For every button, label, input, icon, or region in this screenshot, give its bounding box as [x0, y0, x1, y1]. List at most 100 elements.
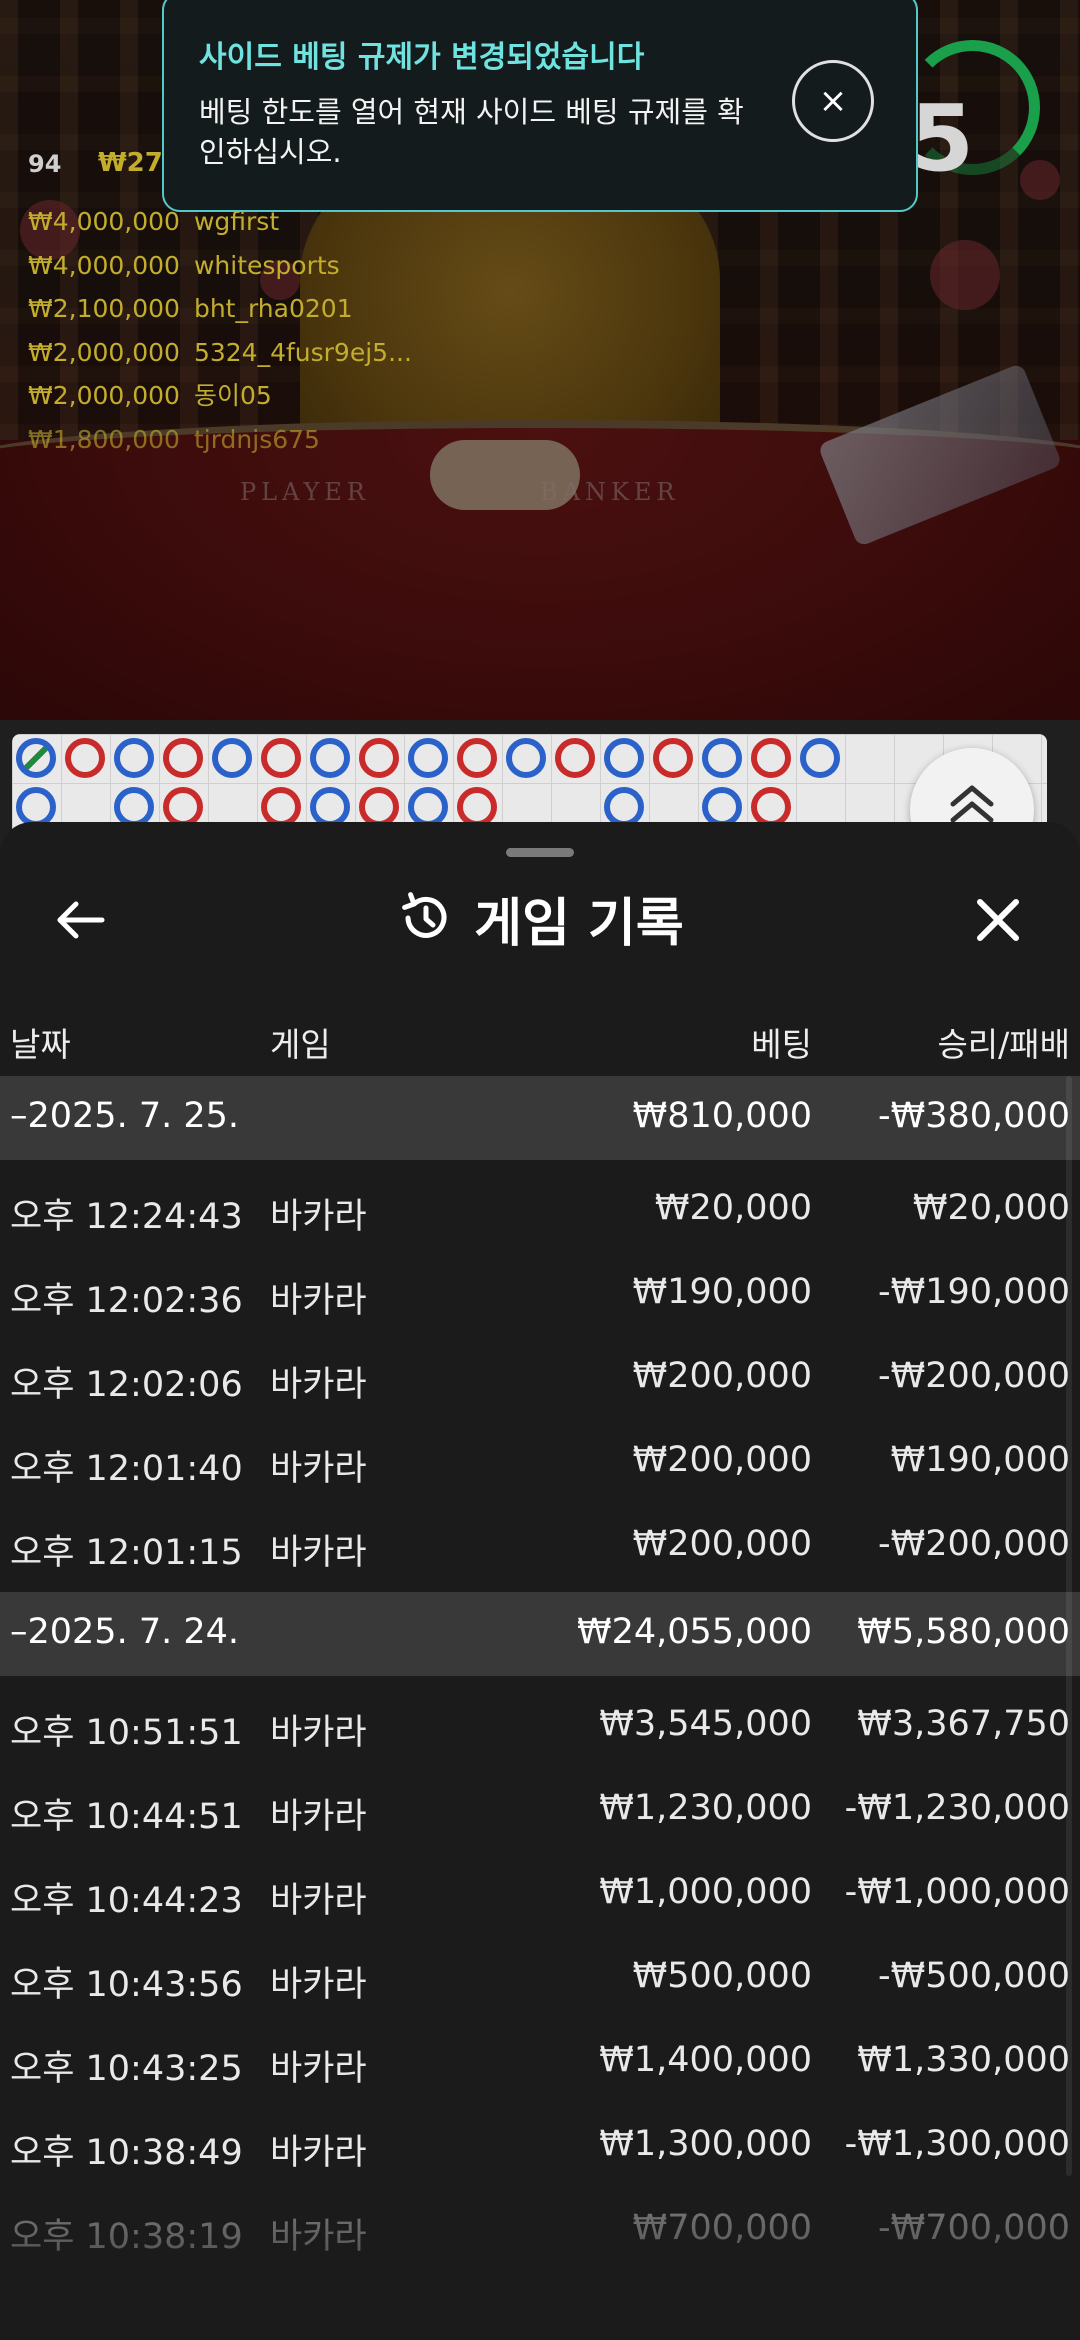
- column-header-result: 승리/패배: [937, 1025, 1070, 1064]
- row-result: ₩190,000: [890, 1440, 1070, 1480]
- group-date: –2025. 7. 25.: [10, 1096, 240, 1136]
- top-bettors-list: ₩4,000,000 wgfirst ₩4,000,000 whitesports …: [28, 200, 412, 461]
- row-result: ₩3,367,750: [857, 1704, 1070, 1744]
- close-icon: ×: [818, 81, 848, 121]
- banker-bead: [359, 738, 399, 778]
- leaderboard-amount: ₩2,000,000: [28, 381, 180, 410]
- history-row[interactable]: 오후 12:01:15 바카라 ₩200,000 -₩200,000: [0, 1504, 1080, 1588]
- player-bead: [310, 787, 350, 827]
- leaderboard-amount: ₩4,000,000: [28, 207, 180, 236]
- banker-bead: [457, 787, 497, 827]
- notification-toast: 사이드 베팅 규제가 변경되었습니다 베팅 한도를 열어 현재 사이드 베팅 규…: [162, 0, 918, 212]
- banker-bead: [555, 738, 595, 778]
- viewer-count: 94: [28, 150, 62, 178]
- column-header-date: 날짜: [10, 1025, 71, 1064]
- leaderboard-row: ₩2,000,000 동이05: [28, 374, 412, 418]
- banker-bead: [163, 738, 203, 778]
- banker-bead: [359, 787, 399, 827]
- leaderboard-amount: ₩2,100,000: [28, 294, 180, 323]
- leaderboard-amount: ₩1,800,000: [28, 424, 180, 454]
- player-bead: [114, 738, 154, 778]
- row-time: 오후 10:43:25: [10, 2049, 243, 2089]
- player-bead: [16, 787, 56, 827]
- leaderboard-amount: ₩4,000,000: [28, 250, 180, 280]
- toast-close-button[interactable]: ×: [792, 60, 874, 142]
- player-bead: [310, 738, 350, 778]
- row-game: 바카라: [270, 1281, 367, 1321]
- scrollbar[interactable]: [1066, 1076, 1072, 2176]
- player-bead: [506, 738, 546, 778]
- leaderboard-user: 동이05: [193, 381, 272, 410]
- row-result: ₩1,330,000: [857, 2040, 1070, 2080]
- history-row[interactable]: 오후 10:38:49 바카라 ₩1,300,000 -₩1,300,000: [0, 2104, 1080, 2188]
- leaderboard-user: whitesports: [193, 250, 340, 280]
- history-row[interactable]: 오후 10:38:19 바카라 ₩700,000 -₩700,000: [0, 2188, 1080, 2272]
- history-row[interactable]: 오후 10:44:23 바카라 ₩1,000,000 -₩1,000,000: [0, 1852, 1080, 1936]
- leaderboard-user: bht_rha0201: [193, 294, 353, 323]
- tie-bead: [16, 738, 56, 778]
- history-row[interactable]: 오후 10:43:56 바카라 ₩500,000 -₩500,000: [0, 1936, 1080, 2020]
- close-icon: [977, 899, 1019, 941]
- row-result: -₩200,000: [878, 1356, 1070, 1396]
- row-time: 오후 10:51:51: [10, 1713, 243, 1753]
- date-group-row[interactable]: –2025. 7. 25. ₩810,000 -₩380,000: [0, 1076, 1080, 1160]
- row-time: 오후 10:44:23: [10, 1881, 243, 1921]
- player-bead: [702, 787, 742, 827]
- row-bet: ₩200,000: [632, 1356, 812, 1396]
- row-time: 오후 12:02:36: [10, 1281, 243, 1321]
- row-result: -₩700,000: [878, 2208, 1070, 2248]
- column-header-game: 게임: [270, 1025, 331, 1064]
- player-bead: [702, 738, 742, 778]
- row-bet: ₩700,000: [632, 2208, 812, 2248]
- row-game: 바카라: [270, 1365, 367, 1405]
- row-time: 오후 10:43:56: [10, 1965, 243, 2005]
- banker-bead: [261, 738, 301, 778]
- date-group-row[interactable]: –2025. 7. 24. ₩24,055,000 ₩5,580,000: [0, 1592, 1080, 1676]
- row-time: 오후 12:02:06: [10, 1365, 243, 1405]
- row-bet: ₩3,545,000: [599, 1704, 812, 1744]
- leaderboard-user: 5324_4fusr9ej5...: [193, 337, 412, 367]
- row-bet: ₩190,000: [632, 1272, 812, 1312]
- row-result: -₩1,000,000: [844, 1872, 1070, 1912]
- row-game: 바카라: [270, 1197, 367, 1237]
- row-bet: ₩500,000: [632, 1956, 812, 1996]
- banker-bead: [457, 738, 497, 778]
- banker-bead: [65, 738, 105, 778]
- row-game: 바카라: [270, 1965, 367, 2005]
- player-bead: [604, 787, 644, 827]
- banker-bead: [261, 787, 301, 827]
- history-row[interactable]: 오후 12:02:06 바카라 ₩200,000 -₩200,000: [0, 1336, 1080, 1420]
- banker-bead: [751, 787, 791, 827]
- history-icon: [402, 892, 447, 938]
- bet-timer-value: 5: [910, 85, 975, 192]
- history-row[interactable]: 오후 12:02:36 바카라 ₩190,000 -₩190,000: [0, 1252, 1080, 1336]
- column-header-bet: 베팅: [751, 1025, 812, 1064]
- group-total-result: ₩5,580,000: [857, 1612, 1070, 1652]
- toast-message: 베팅 한도를 열어 현재 사이드 베팅 규제를 확인하십시오.: [199, 95, 744, 169]
- group-total-bet: ₩810,000: [632, 1096, 812, 1136]
- player-bead: [408, 787, 448, 827]
- player-bead: [604, 738, 644, 778]
- group-date: –2025. 7. 24.: [10, 1612, 240, 1652]
- history-row[interactable]: 오후 10:51:51 바카라 ₩3,545,000 ₩3,367,750: [0, 1684, 1080, 1768]
- row-bet: ₩1,230,000: [599, 1788, 812, 1828]
- row-bet: ₩200,000: [632, 1524, 812, 1564]
- player-bead: [800, 738, 840, 778]
- history-row[interactable]: 오후 10:44:51 바카라 ₩1,230,000 -₩1,230,000: [0, 1768, 1080, 1852]
- history-row[interactable]: 오후 12:24:43 바카라 ₩20,000 ₩20,000: [0, 1168, 1080, 1252]
- row-spacer: [0, 1676, 1080, 1684]
- row-game: 바카라: [270, 1533, 367, 1573]
- row-bet: ₩1,400,000: [599, 2040, 812, 2080]
- player-bead: [408, 738, 448, 778]
- history-row[interactable]: 오후 12:01:40 바카라 ₩200,000 ₩190,000: [0, 1420, 1080, 1504]
- row-result: ₩20,000: [912, 1188, 1070, 1228]
- row-time: 오후 12:01:40: [10, 1449, 243, 1489]
- close-sheet-button[interactable]: [968, 890, 1028, 950]
- sheet-drag-handle[interactable]: [506, 848, 574, 857]
- row-bet: ₩1,000,000: [599, 1872, 812, 1912]
- leaderboard-row: ₩2,100,000 bht_rha0201: [28, 287, 412, 331]
- banker-bead: [653, 738, 693, 778]
- history-list: –2025. 7. 25. ₩810,000 -₩380,000 오후 12:24:4…: [0, 1076, 1080, 2272]
- row-result: -₩190,000: [878, 1272, 1070, 1312]
- history-row[interactable]: 오후 10:43:25 바카라 ₩1,400,000 ₩1,330,000: [0, 2020, 1080, 2104]
